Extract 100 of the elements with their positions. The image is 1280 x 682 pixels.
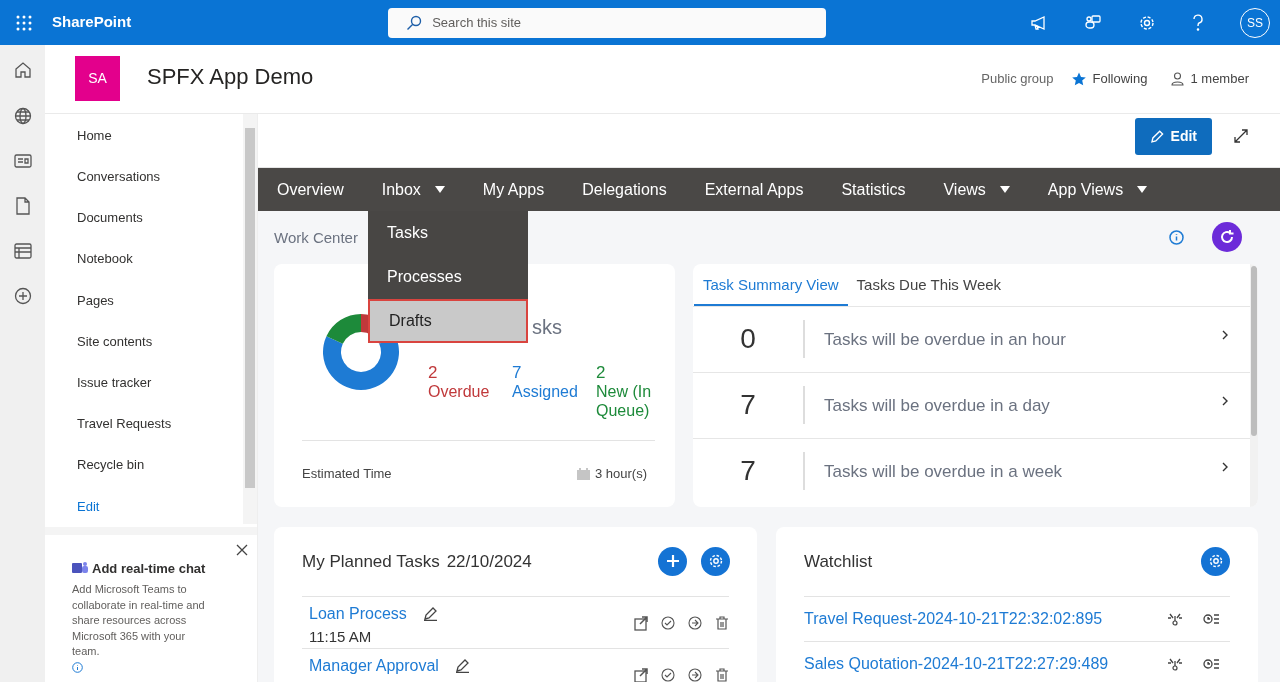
star-icon (1071, 71, 1086, 86)
person-icon (1171, 71, 1185, 86)
menu-item[interactable]: Overview (258, 167, 363, 211)
settings-button[interactable] (1201, 546, 1230, 576)
settings-button[interactable] (701, 546, 730, 576)
open-external-icon[interactable] (634, 667, 648, 682)
task-count: 7 (693, 386, 805, 425)
pencil-icon (1150, 128, 1165, 144)
nav-link[interactable]: Pages (45, 279, 243, 321)
refresh-icon (1219, 229, 1235, 246)
stat-label[interactable]: Assigned (512, 381, 596, 401)
trash-icon[interactable] (715, 667, 729, 682)
task-summary-text[interactable]: Tasks will be overdue in a day (805, 392, 1222, 419)
nav-link[interactable]: Notebook (45, 238, 243, 280)
watchlist-link[interactable]: Sales Quotation-2024-10-21T22:27:29:489 (804, 651, 1109, 676)
group-privacy: Public group (981, 70, 1054, 89)
chevron-right-icon[interactable] (1222, 462, 1228, 473)
trash-icon[interactable] (715, 615, 729, 631)
task-count: 7 (693, 452, 805, 491)
list-icon[interactable] (13, 243, 32, 259)
nav-link[interactable]: Home (45, 114, 243, 156)
close-icon[interactable] (236, 543, 248, 556)
nav-link[interactable]: Travel Requests (45, 403, 243, 445)
menu-item[interactable]: Delegations (563, 167, 686, 211)
menu-item[interactable]: Views (924, 167, 1029, 211)
alert-icon[interactable] (1167, 611, 1183, 627)
stat-label[interactable]: Overdue (428, 381, 512, 401)
home-icon[interactable] (13, 61, 32, 79)
pencil-icon[interactable] (422, 606, 438, 622)
chevron-right-icon[interactable] (1222, 330, 1228, 341)
info-icon[interactable] (1169, 229, 1184, 245)
history-icon[interactable] (1203, 611, 1220, 626)
menu-item[interactable]: My Apps (463, 167, 564, 211)
task-summary-text[interactable]: Tasks will be overdue in a week (805, 458, 1222, 485)
calendar-icon (576, 467, 590, 480)
task-link[interactable]: Manager Approval (309, 653, 439, 678)
edit-link[interactable]: Edit (45, 485, 243, 527)
news-icon[interactable] (13, 153, 32, 169)
edit-button[interactable]: Edit (1135, 117, 1212, 155)
refresh-button[interactable] (1212, 222, 1242, 253)
promo-title: Add real-time chat (92, 559, 206, 578)
task-summary-text[interactable]: Tasks will be overdue in an hour (805, 326, 1222, 353)
date-label: 22/10/2024 (446, 550, 532, 573)
site-logo: SA (75, 56, 120, 102)
forward-icon[interactable] (688, 667, 702, 682)
card-title: My Planned Tasks (302, 550, 440, 573)
watchlist-link[interactable]: Travel Request-2024-10-21T22:32:02:895 (804, 606, 1103, 631)
nav-link[interactable]: Recycle bin (45, 444, 243, 486)
card-title: Watchlist (804, 550, 873, 573)
app-title[interactable]: SharePoint (52, 11, 132, 34)
checkmark-icon[interactable] (661, 667, 675, 682)
nav-link[interactable]: Site contents (45, 320, 243, 362)
nav-link[interactable]: Issue tracker (45, 361, 243, 404)
card-title: sks (532, 315, 562, 338)
history-icon[interactable] (1203, 656, 1220, 671)
task-time: 11:15 AM (309, 626, 373, 647)
tab[interactable]: Task Summary View (694, 263, 848, 306)
scrollbar[interactable] (1250, 263, 1258, 507)
settings-icon (707, 553, 724, 570)
document-icon[interactable] (15, 197, 30, 215)
add-icon[interactable] (13, 287, 32, 305)
promo-text: Add Microsoft Teams to collaborate in real-time and share resources across Microsoft 365 with your team. (72, 582, 206, 660)
info-icon[interactable] (72, 662, 83, 674)
member-count[interactable]: 1 member (1190, 69, 1249, 89)
megaphone-icon[interactable] (1030, 14, 1048, 31)
help-icon[interactable] (1192, 13, 1204, 32)
menu-item[interactable]: App Views (1028, 167, 1167, 211)
alert-icon[interactable] (1167, 656, 1183, 672)
dropdown-item[interactable]: Drafts (368, 298, 528, 343)
forward-icon[interactable] (688, 615, 702, 631)
stat-value: 2 (596, 362, 607, 382)
menu-item[interactable]: Inbox (362, 167, 464, 211)
nav-link[interactable]: Documents (45, 197, 243, 239)
task-link[interactable]: Loan Process (309, 601, 407, 626)
menu-item[interactable]: Statistics (822, 167, 925, 211)
stat-label[interactable]: New (In Queue) (596, 381, 680, 420)
expand-icon[interactable] (1234, 129, 1248, 144)
site-title[interactable]: SPFX App Demo (147, 60, 314, 94)
search-field[interactable]: Search this site (388, 7, 827, 38)
tab[interactable]: Tasks Due This Week (847, 263, 1011, 306)
follow-toggle[interactable]: Following (1092, 69, 1148, 89)
breadcrumb[interactable]: Work Center (274, 226, 358, 250)
chat-icon[interactable] (1084, 13, 1102, 32)
scrollbar[interactable] (243, 113, 257, 524)
teams-icon (72, 561, 89, 576)
app-launcher-icon[interactable] (16, 14, 32, 31)
chevron-right-icon[interactable] (1222, 396, 1228, 407)
estimated-time-label: Estimated Time (302, 465, 392, 484)
settings-icon (1207, 553, 1224, 570)
dropdown-item[interactable]: Tasks (368, 210, 528, 255)
dropdown-item[interactable]: Processes (368, 254, 528, 299)
nav-link[interactable]: Conversations (45, 156, 243, 198)
checkmark-icon[interactable] (661, 615, 675, 631)
menu-item[interactable]: External Apps (685, 167, 823, 211)
plus-icon (665, 554, 680, 569)
pencil-icon[interactable] (454, 658, 470, 674)
add-button[interactable] (658, 546, 687, 576)
stat-value: 2 (428, 362, 439, 382)
globe-icon[interactable] (13, 107, 32, 125)
open-external-icon[interactable] (634, 615, 648, 631)
